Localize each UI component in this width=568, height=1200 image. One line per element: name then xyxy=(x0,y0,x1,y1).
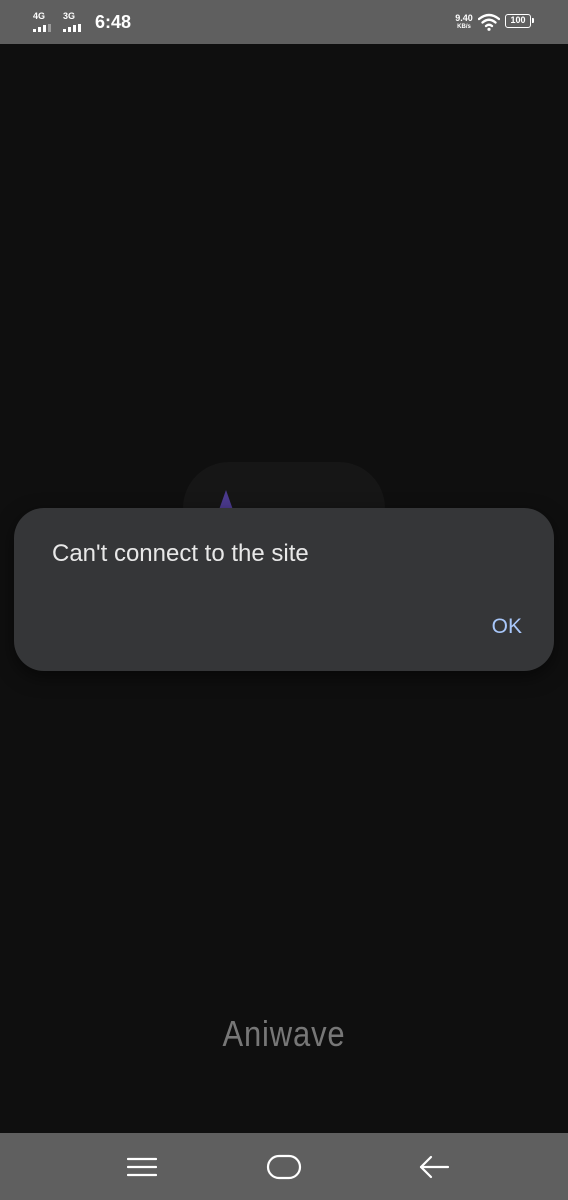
home-button[interactable] xyxy=(262,1151,306,1183)
navigation-bar xyxy=(0,1133,568,1200)
battery-icon: 100 xyxy=(505,14,534,28)
dialog-message: Can't connect to the site xyxy=(52,540,309,567)
sim1-network-type: 4G xyxy=(33,11,46,21)
app-name: Aniwave xyxy=(222,1013,346,1054)
network-speed-value: 9.40 xyxy=(455,13,473,23)
sim2-signal-icon: 3G xyxy=(63,10,87,32)
status-bar: 4G 3G 6:48 9.40 KB/s 100 xyxy=(0,0,568,44)
ok-button[interactable]: OK xyxy=(484,610,530,644)
screen: 4G 3G 6:48 9.40 KB/s 100 Aniwave Can't c… xyxy=(0,0,568,1200)
home-pill-icon xyxy=(266,1154,302,1180)
recents-button[interactable] xyxy=(120,1151,164,1183)
back-button[interactable] xyxy=(412,1151,456,1183)
sim2-network-type: 3G xyxy=(63,11,76,21)
error-dialog: Can't connect to the site OK xyxy=(14,508,554,671)
network-speed: 9.40 KB/s xyxy=(452,14,476,31)
wifi-icon xyxy=(477,12,501,32)
network-speed-unit: KB/s xyxy=(457,24,471,30)
back-arrow-icon xyxy=(419,1155,450,1179)
sim1-signal-icon: 4G xyxy=(33,10,57,32)
status-clock: 6:48 xyxy=(95,12,132,32)
menu-lines-icon xyxy=(127,1157,157,1177)
